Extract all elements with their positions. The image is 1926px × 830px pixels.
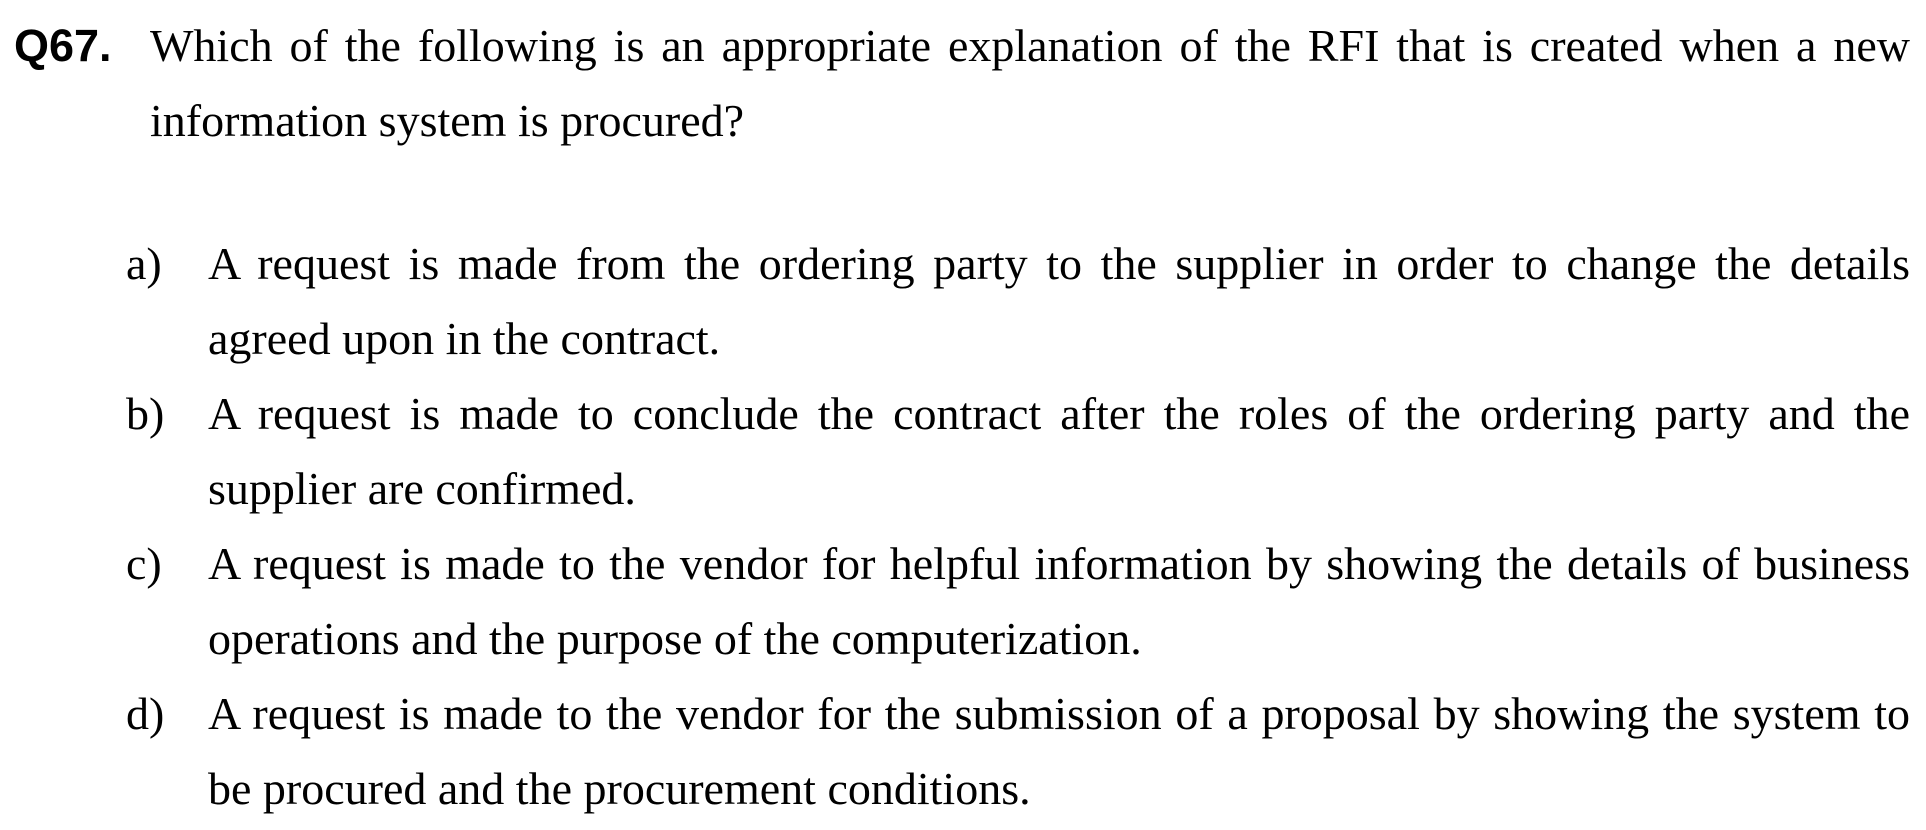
option-letter: a) (126, 238, 162, 289)
option-letter: d) (126, 688, 165, 739)
question-text: Which of the following is an appropriate… (150, 20, 1910, 146)
option-text: A request is made to conclude the contra… (208, 388, 1910, 514)
option-text: A request is made to the vendor for the … (208, 688, 1910, 814)
answer-option-c: c) A request is made to the vendor for h… (126, 526, 1910, 676)
option-text: A request is made to the vendor for help… (208, 538, 1910, 664)
option-letter: b) (126, 388, 165, 439)
option-text: A request is made from the ordering part… (208, 238, 1910, 364)
answer-option-b: b) A request is made to conclude the con… (126, 376, 1910, 526)
option-letter: c) (126, 538, 162, 589)
answer-options-list: a) A request is made from the ordering p… (126, 226, 1910, 826)
question-number: Q67. (14, 20, 112, 71)
answer-option-d: d) A request is made to the vendor for t… (126, 676, 1910, 826)
answer-option-a: a) A request is made from the ordering p… (126, 226, 1910, 376)
